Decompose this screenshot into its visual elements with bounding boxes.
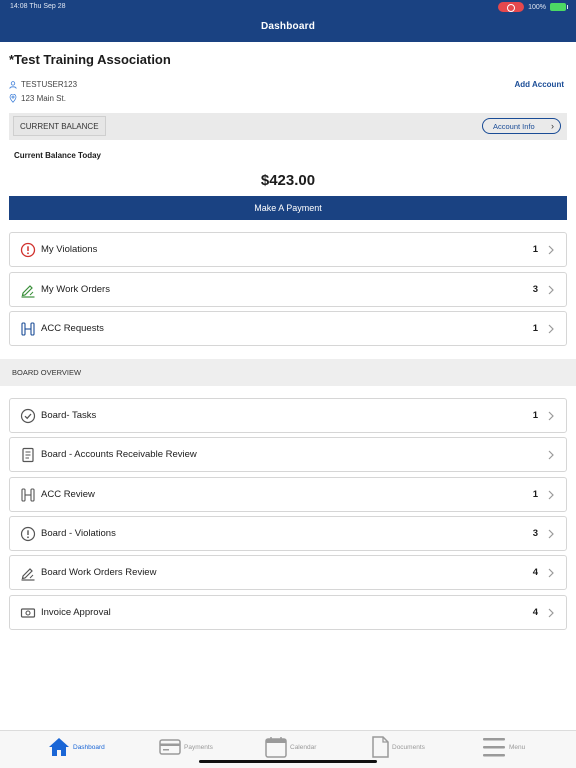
screen-recording-icon[interactable] xyxy=(498,2,525,12)
row-label: Board - Accounts Receivable Review xyxy=(41,449,197,460)
chevron-right-icon xyxy=(548,529,554,539)
board-accounts-receivable-row[interactable]: Board - Accounts Receivable Review xyxy=(9,437,567,472)
row-count: 1 xyxy=(532,410,538,421)
top-navigation-bar: 14:08 Thu Sep 28 100% Dashboard xyxy=(0,0,576,42)
check-circle-icon xyxy=(20,408,36,424)
chevron-right-icon xyxy=(548,411,554,421)
row-label: Invoice Approval xyxy=(41,607,111,618)
user-icon xyxy=(9,80,17,89)
tab-dashboard[interactable]: Dashboard xyxy=(48,735,105,759)
ledger-icon xyxy=(22,447,34,463)
acc-requests-row[interactable]: ACC Requests 1 xyxy=(9,311,567,346)
tab-calendar[interactable]: Calendar xyxy=(265,735,316,759)
chevron-right-icon xyxy=(548,608,554,618)
page-title: Dashboard xyxy=(260,21,316,32)
acc-review-row[interactable]: ACC Review 1 xyxy=(9,477,567,512)
association-name: *Test Training Association xyxy=(9,52,171,67)
money-icon xyxy=(20,608,36,618)
row-label: Board - Violations xyxy=(41,528,116,539)
board-overview-header: BOARD OVERVIEW xyxy=(0,359,576,386)
chevron-right-icon xyxy=(548,324,554,334)
row-label: ACC Review xyxy=(41,489,95,500)
my-work-orders-row[interactable]: My Work Orders 3 xyxy=(9,272,567,307)
row-count: 1 xyxy=(532,489,538,500)
tab-label: Documents xyxy=(392,743,425,751)
address: 123 Main St. xyxy=(21,94,66,103)
work-order-icon xyxy=(21,568,35,581)
add-account-link[interactable]: Add Account xyxy=(515,80,564,89)
chevron-right-icon: › xyxy=(551,121,554,131)
board-work-orders-review-row[interactable]: Board Work Orders Review 4 xyxy=(9,555,567,590)
row-label: ACC Requests xyxy=(41,323,104,334)
row-count: 1 xyxy=(532,323,538,334)
username-row: TESTUSER123 xyxy=(9,80,77,89)
tab-documents[interactable]: Documents xyxy=(371,735,425,759)
tab-payments[interactable]: Payments xyxy=(159,735,213,759)
chevron-right-icon xyxy=(548,285,554,295)
menu-icon xyxy=(483,738,505,757)
home-indicator xyxy=(199,760,377,763)
address-row: 123 Main St. xyxy=(9,94,66,103)
board-tasks-row[interactable]: Board- Tasks 1 xyxy=(9,398,567,433)
tab-label: Calendar xyxy=(290,743,317,751)
my-violations-row[interactable]: My Violations 1 xyxy=(9,232,567,267)
acc-request-icon xyxy=(21,322,35,336)
row-count: 4 xyxy=(532,567,538,578)
alert-circle-icon xyxy=(20,526,36,542)
calendar-icon xyxy=(265,737,287,758)
account-info-button[interactable]: Account Info › xyxy=(482,118,561,134)
status-time: 14:08 Thu Sep 28 xyxy=(10,3,66,10)
balance-today-label: Current Balance Today xyxy=(14,151,101,160)
balance-amount: $423.00 xyxy=(260,172,316,189)
chevron-right-icon xyxy=(548,490,554,500)
work-order-icon xyxy=(21,285,35,298)
row-count: 1 xyxy=(532,244,538,255)
make-payment-button[interactable]: Make A Payment xyxy=(9,196,567,220)
row-count: 3 xyxy=(532,528,538,539)
row-count: 3 xyxy=(532,284,538,295)
row-label: My Violations xyxy=(41,244,98,255)
row-label: My Work Orders xyxy=(41,284,110,295)
status-indicators: 100% xyxy=(498,2,568,12)
balance-bar: CURRENT BALANCE Account Info › xyxy=(9,113,567,140)
tab-menu[interactable]: Menu xyxy=(482,735,525,759)
credit-card-icon xyxy=(159,739,181,755)
tab-label: Menu xyxy=(509,743,526,751)
invoice-approval-row[interactable]: Invoice Approval 4 xyxy=(9,595,567,630)
row-label: Board Work Orders Review xyxy=(41,567,157,578)
section-label: BOARD OVERVIEW xyxy=(12,368,82,377)
row-count: 4 xyxy=(532,607,538,618)
alert-circle-icon xyxy=(20,242,36,258)
account-info-label: Account Info xyxy=(493,122,535,131)
acc-review-icon xyxy=(21,488,35,502)
location-pin-icon xyxy=(9,94,17,103)
username: TESTUSER123 xyxy=(21,80,78,89)
chevron-right-icon xyxy=(548,450,554,460)
battery-percentage: 100% xyxy=(528,3,546,11)
row-label: Board- Tasks xyxy=(41,410,97,421)
current-balance-tab[interactable]: CURRENT BALANCE xyxy=(13,116,106,136)
tab-label: Dashboard xyxy=(73,743,105,751)
home-icon xyxy=(49,738,69,756)
board-violations-row[interactable]: Board - Violations 3 xyxy=(9,516,567,551)
tab-label: Payments xyxy=(184,743,213,751)
chevron-right-icon xyxy=(548,568,554,578)
document-icon xyxy=(372,736,389,758)
battery-icon xyxy=(550,3,568,11)
chevron-right-icon xyxy=(548,245,554,255)
